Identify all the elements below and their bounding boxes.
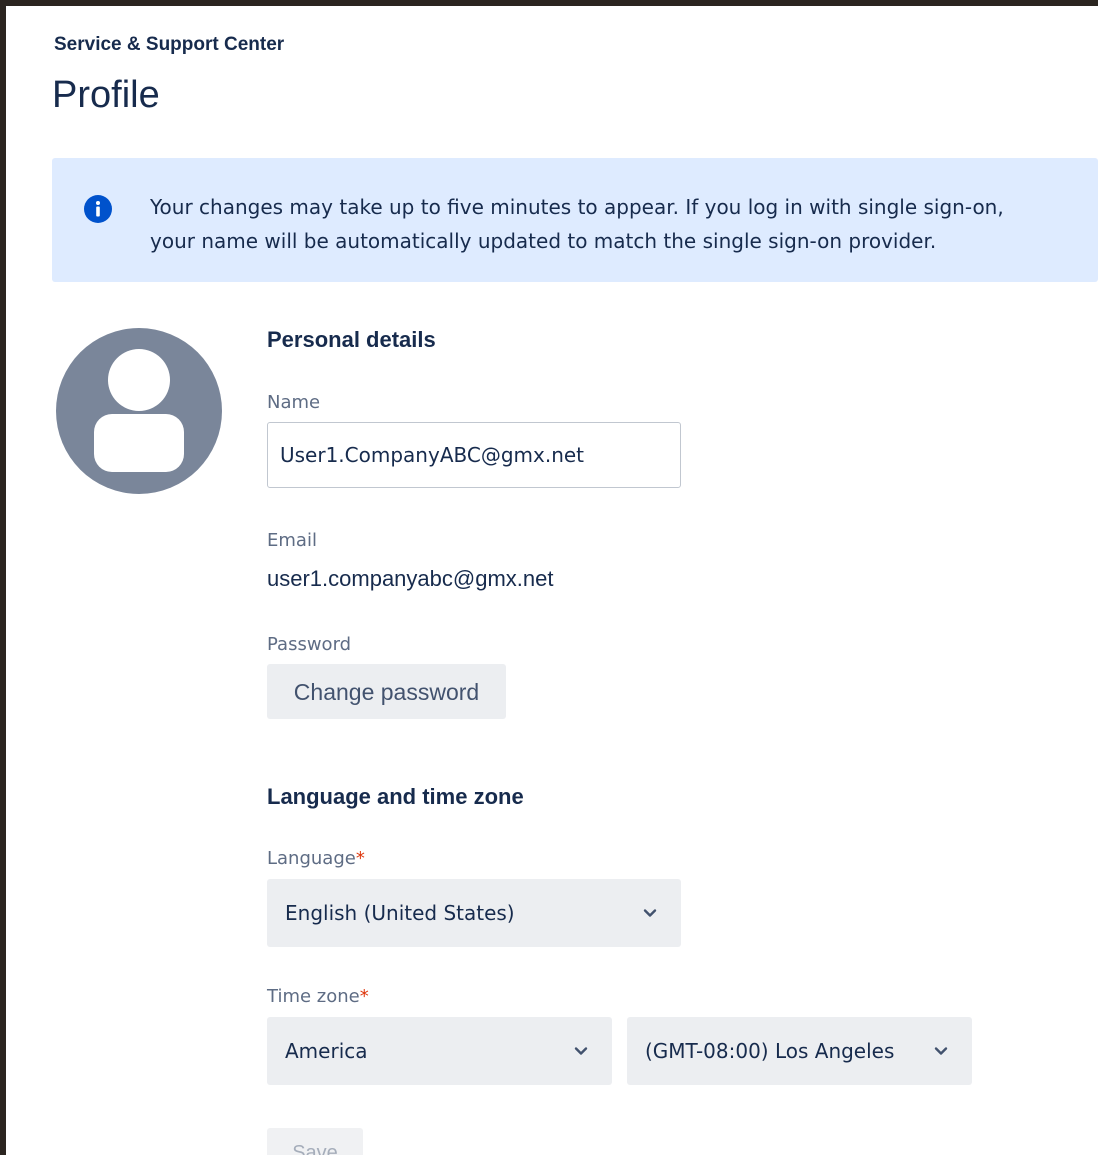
timezone-label: Time zone* bbox=[267, 986, 369, 1007]
save-button[interactable]: Save bbox=[267, 1128, 363, 1155]
avatar[interactable] bbox=[56, 328, 222, 494]
timezone-city-value: (GMT-08:00) Los Angeles bbox=[645, 1039, 895, 1063]
timezone-region-select[interactable]: America bbox=[267, 1017, 612, 1085]
language-select[interactable]: English (United States) bbox=[267, 879, 681, 947]
required-marker: * bbox=[355, 848, 365, 869]
language-label-text: Language bbox=[267, 848, 356, 869]
email-value: user1.companyabc@gmx.net bbox=[267, 566, 554, 591]
name-input[interactable] bbox=[267, 422, 681, 488]
banner-line-2: your name will be automatically updated … bbox=[150, 229, 937, 253]
required-marker: * bbox=[359, 986, 369, 1007]
password-label: Password bbox=[267, 634, 352, 655]
info-banner: Your changes may take up to five minutes… bbox=[52, 158, 1098, 282]
info-icon bbox=[84, 195, 112, 223]
personal-details-heading: Personal details bbox=[267, 327, 436, 352]
page-title: Profile bbox=[52, 74, 160, 116]
timezone-label-text: Time zone bbox=[267, 986, 360, 1007]
name-label: Name bbox=[267, 392, 321, 413]
timezone-region-value: America bbox=[285, 1039, 368, 1063]
banner-line-1: Your changes may take up to five minutes… bbox=[150, 195, 1004, 219]
email-label: Email bbox=[267, 530, 317, 551]
breadcrumb[interactable]: Service & Support Center bbox=[54, 34, 284, 56]
language-timezone-heading: Language and time zone bbox=[267, 784, 524, 809]
change-password-button[interactable]: Change password bbox=[267, 664, 506, 719]
language-label: Language* bbox=[267, 848, 365, 869]
profile-page: Service & Support Center Profile Your ch… bbox=[6, 6, 1098, 1155]
chevron-down-icon bbox=[574, 1047, 588, 1055]
chevron-down-icon bbox=[643, 909, 657, 917]
language-select-value: English (United States) bbox=[285, 901, 515, 925]
chevron-down-icon bbox=[934, 1047, 948, 1055]
banner-message: Your changes may take up to five minutes… bbox=[150, 190, 1080, 258]
timezone-city-select[interactable]: (GMT-08:00) Los Angeles bbox=[627, 1017, 972, 1085]
